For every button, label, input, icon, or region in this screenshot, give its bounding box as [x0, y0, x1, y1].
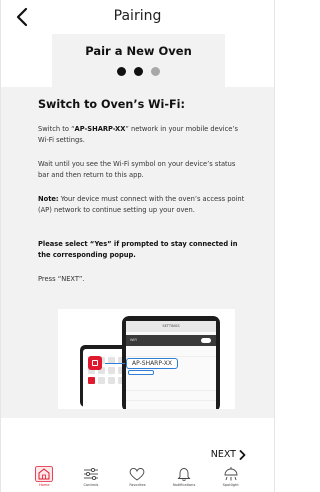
- tab-controls-label: Controls: [83, 483, 99, 487]
- p1-pre: Switch to “: [38, 125, 75, 133]
- settings-bar: SETTINGS: [126, 321, 216, 332]
- instruction-press-next: Press “NEXT”.: [38, 275, 85, 283]
- instruction-switch-network: Switch to “AP-SHARP-XX” network in your …: [38, 124, 246, 146]
- wifi-row-label: WiFi: [130, 338, 138, 342]
- header: Pairing: [1, 0, 274, 34]
- note-label: Note:: [38, 195, 59, 203]
- step-dot-2: [134, 67, 143, 76]
- page-title: Pairing: [113, 8, 162, 24]
- wifi-illustration: SETTINGS WiFi AP-SHARP-XX: [58, 309, 235, 409]
- note-text: Your device must connect with the oven’s…: [38, 195, 245, 214]
- tab-notifications[interactable]: Notifications: [165, 466, 203, 492]
- instruction-note: Note: Your device must connect with the …: [38, 194, 246, 216]
- tab-home[interactable]: Home: [25, 466, 63, 492]
- wifi-toggle-icon: [201, 338, 211, 343]
- network-callout: AP-SHARP-XX: [126, 358, 178, 369]
- instruction-wait-wifi: Wait until you see the Wi-Fi symbol on y…: [38, 160, 236, 179]
- home-icon: [35, 466, 54, 482]
- pairing-screen: Pairing Pair a New Oven Switch to Oven’s…: [0, 0, 275, 492]
- bottom-tab-bar: Home Controls Favorites Notifications Sp…: [1, 466, 274, 492]
- step-title: Pair a New Oven: [85, 44, 192, 58]
- step-indicator-panel: Pair a New Oven: [52, 34, 225, 87]
- connector-line: [105, 363, 125, 364]
- bell-icon: [177, 468, 191, 481]
- sliders-icon: [83, 467, 98, 481]
- instruction-stay-connected: Please select “Yes” if prompted to stay …: [38, 240, 238, 259]
- network-chip: [128, 370, 154, 375]
- tab-controls[interactable]: Controls: [72, 466, 110, 492]
- spotlight-icon: [224, 467, 238, 481]
- step-dot-1: [117, 67, 126, 76]
- next-button[interactable]: NEXT: [211, 449, 246, 460]
- network-name: AP-SHARP-XX: [74, 125, 126, 133]
- instructions-panel: Switch to Oven’s Wi-Fi: Switch to “AP-SH…: [1, 87, 274, 418]
- step-dot-3: [151, 67, 160, 76]
- chevron-right-icon: [239, 449, 246, 460]
- tab-notifications-label: Notifications: [172, 483, 196, 487]
- wifi-row: WiFi: [126, 335, 216, 346]
- section-title: Switch to Oven’s Wi-Fi:: [38, 98, 185, 111]
- wifi-app-icon: [88, 356, 102, 370]
- tab-favorites[interactable]: Favorites: [118, 466, 156, 492]
- next-label: NEXT: [210, 449, 236, 460]
- tab-spotlight-label: Spotlight: [222, 483, 239, 487]
- tab-favorites-label: Favorites: [129, 483, 146, 487]
- tab-spotlight[interactable]: Spotlight: [212, 466, 250, 492]
- step-dots: [52, 67, 225, 76]
- heart-icon: [130, 467, 145, 481]
- tab-home-label: Home: [38, 483, 50, 487]
